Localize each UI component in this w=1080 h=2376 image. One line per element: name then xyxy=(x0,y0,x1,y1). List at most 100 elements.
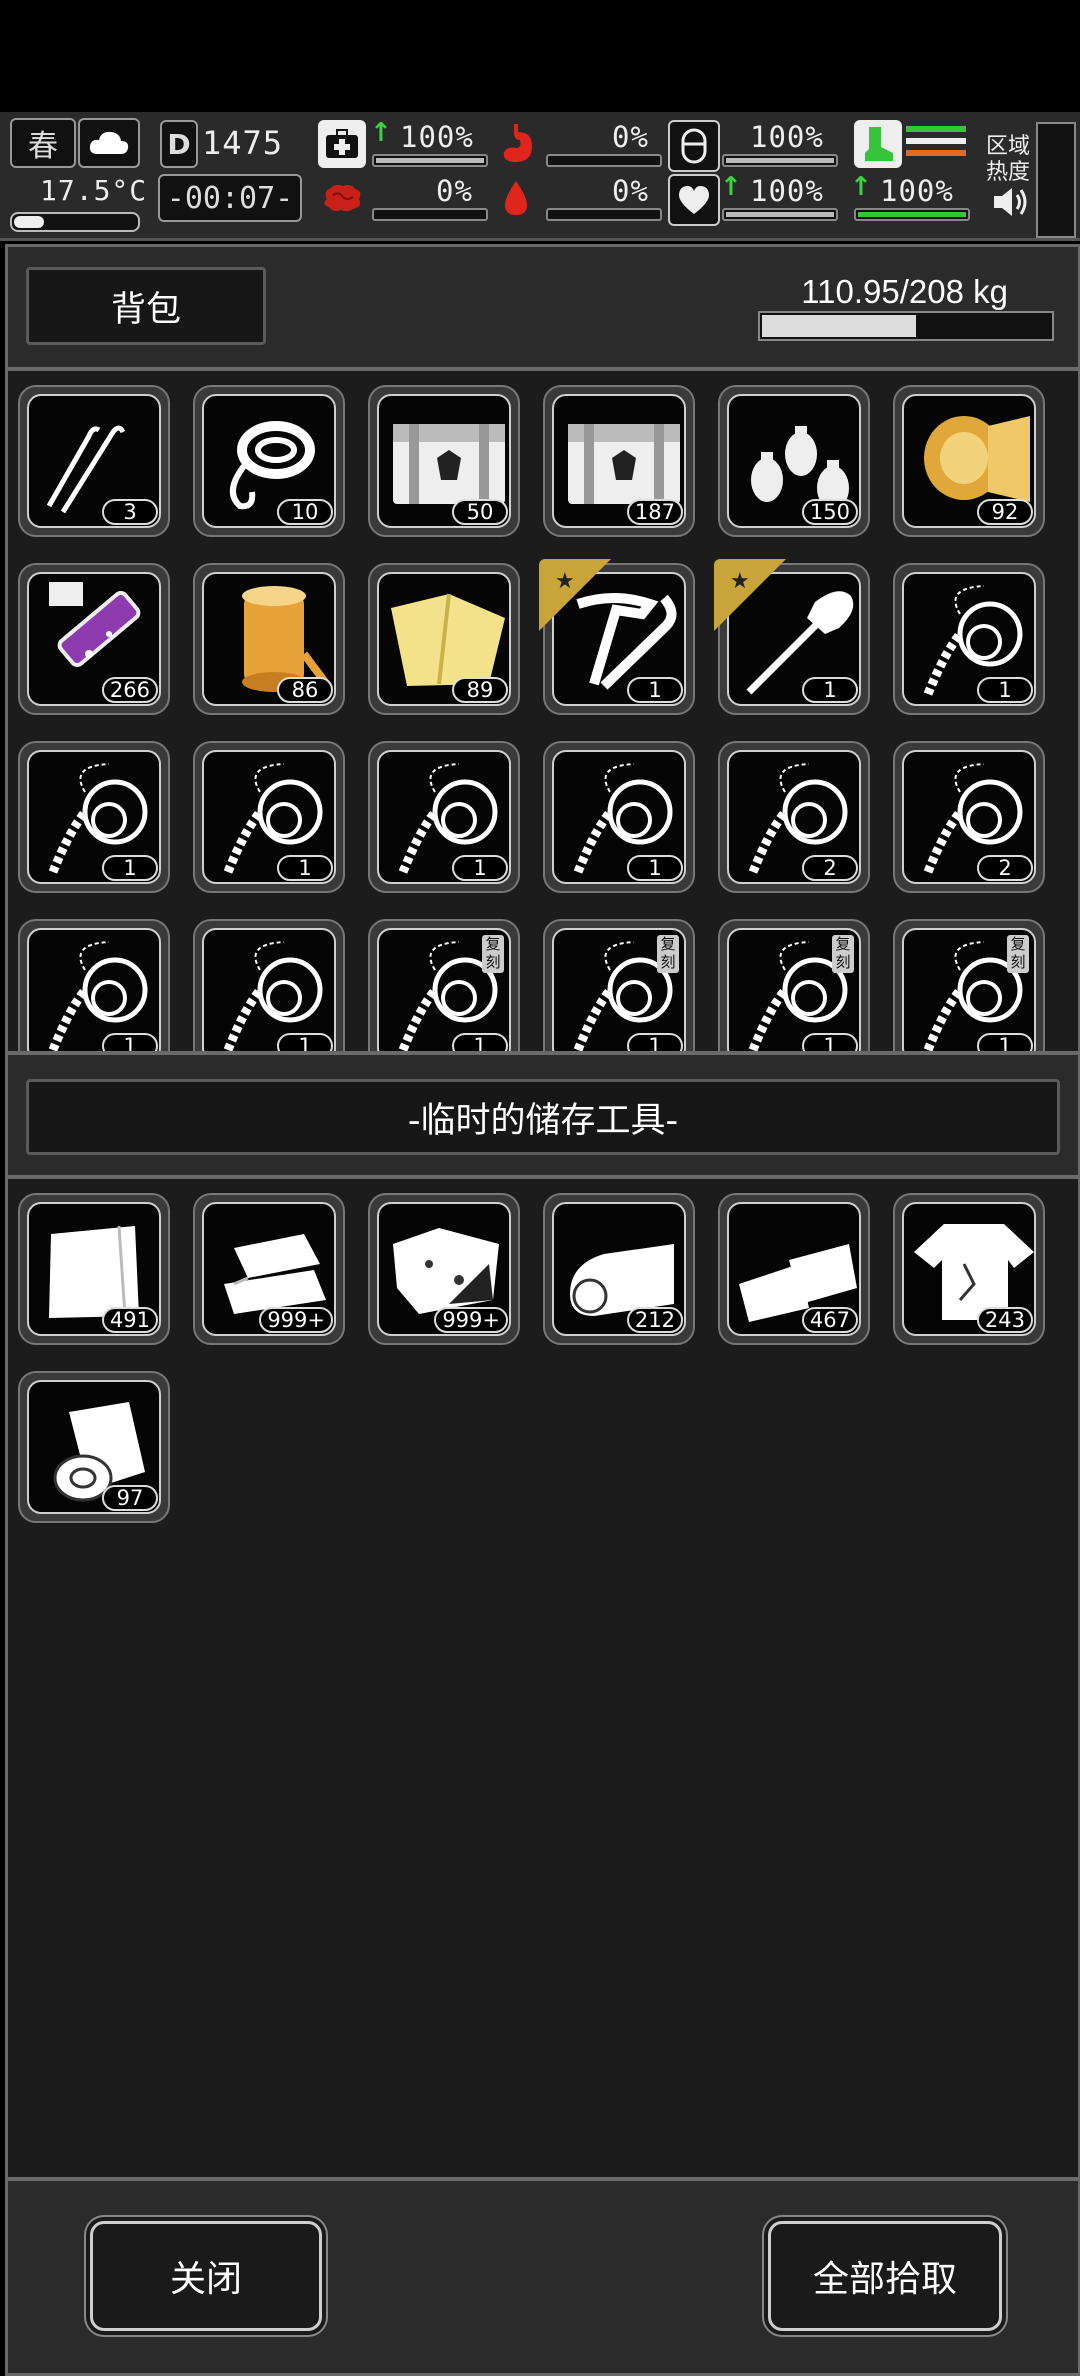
season-indicator: 春 xyxy=(10,118,76,168)
storage-item-slot[interactable]: 97 xyxy=(18,1371,170,1523)
replica-tag: 复刻 xyxy=(1007,935,1029,973)
backpack-item-slot[interactable]: 86 xyxy=(193,563,345,715)
backpack-item-slot[interactable]: 复刻 1 xyxy=(368,919,520,1051)
item-count: 491 xyxy=(101,1307,158,1333)
backpack-header: 背包 110.95/208 kg xyxy=(5,244,1080,370)
backpack-item-slot[interactable]: 92 xyxy=(893,385,1045,537)
storage-item-slot[interactable]: 999+ xyxy=(193,1193,345,1345)
item-count: 212 xyxy=(626,1307,683,1333)
backpack-item-slot[interactable]: 1 xyxy=(543,741,695,893)
item-count: 243 xyxy=(976,1307,1033,1333)
stamina-bar xyxy=(854,208,970,221)
item-count: 999+ xyxy=(434,1307,508,1333)
backpack-item-slot[interactable]: 50 xyxy=(368,385,520,537)
stomach-icon xyxy=(492,120,540,168)
replica-tag: 复刻 xyxy=(482,935,504,973)
footer-bar: 关闭 全部拾取 xyxy=(5,2178,1080,2376)
item-count: 1 xyxy=(277,1033,333,1051)
blood-bar xyxy=(546,208,662,221)
zone-heat-meter xyxy=(1036,122,1076,238)
storage-item-slot[interactable]: 212 xyxy=(543,1193,695,1345)
item-count: 92 xyxy=(977,499,1033,525)
zone-label-bottom: 热度 xyxy=(986,160,1031,185)
backpack-item-slot[interactable]: 复刻 1 xyxy=(893,919,1045,1051)
item-count: 3 xyxy=(102,499,158,525)
heart-icon xyxy=(668,174,720,226)
backpack-item-slot[interactable]: ★ 1 xyxy=(714,559,870,715)
item-count: 1 xyxy=(627,677,683,703)
temperature-readout: 17.5°C xyxy=(40,174,148,207)
backpack-item-slot[interactable]: 150 xyxy=(718,385,870,537)
backpack-item-slot[interactable]: 1 xyxy=(193,919,345,1051)
backpack-grid-panel: 3 10 50 187 150 92 266 86 89 ★ 1 ★ 1 1 1 1 1 1 2 2 1 1 复刻 1 复刻 1 复… xyxy=(5,368,1080,1054)
status-hud: 春 17.5°C D 1475 -00:07- ↑ 100% 0% 100% 0… xyxy=(0,112,1080,241)
speaker-icon[interactable] xyxy=(990,184,1030,220)
rarity-ribbon-icon xyxy=(539,559,611,631)
item-count: 1 xyxy=(452,1033,508,1051)
armor-bar xyxy=(722,154,838,167)
health-bar xyxy=(372,154,488,167)
armor-icon xyxy=(668,120,720,172)
item-count: 1 xyxy=(102,1033,158,1051)
item-count: 97 xyxy=(102,1485,158,1511)
weather-cloud-icon xyxy=(78,118,140,168)
item-count: 1 xyxy=(802,1033,858,1051)
item-count: 10 xyxy=(277,499,333,525)
hunger-bar xyxy=(546,154,662,167)
day-counter: 1475 xyxy=(202,124,284,162)
backpack-item-slot[interactable]: 1 xyxy=(18,919,170,1051)
item-count: 1 xyxy=(102,855,158,881)
item-count: 150 xyxy=(801,499,858,525)
weight-bar xyxy=(758,311,1054,341)
medkit-icon xyxy=(318,120,366,168)
item-count: 2 xyxy=(977,855,1033,881)
close-button[interactable]: 关闭 xyxy=(90,2221,322,2331)
item-count: 1 xyxy=(802,677,858,703)
backpack-item-slot[interactable]: 复刻 1 xyxy=(543,919,695,1051)
backpack-item-slot[interactable]: ★ 1 xyxy=(539,559,695,715)
clock-text: -00:07- xyxy=(166,180,294,216)
storage-item-slot[interactable]: 243 xyxy=(893,1193,1045,1345)
thermometer-icon xyxy=(10,212,140,232)
pickup-all-button[interactable]: 全部拾取 xyxy=(768,2221,1002,2331)
item-count: 86 xyxy=(277,677,333,703)
storage-title-bar: -临时的储存工具- xyxy=(26,1079,1060,1155)
storage-header: -临时的储存工具- xyxy=(5,1052,1080,1178)
item-count: 1 xyxy=(977,1033,1033,1051)
storage-item-slot[interactable]: 467 xyxy=(718,1193,870,1345)
weight-readout: 110.95/208 kg xyxy=(801,273,1008,310)
blood-drop-icon xyxy=(492,174,540,222)
backpack-item-slot[interactable]: 2 xyxy=(893,741,1045,893)
item-count: 1 xyxy=(627,1033,683,1051)
backpack-title-button[interactable]: 背包 xyxy=(26,267,266,345)
hunger-value: 0% xyxy=(612,120,649,154)
replica-tag: 复刻 xyxy=(657,935,679,973)
brain-value: 0% xyxy=(436,174,473,208)
health-value: 100% xyxy=(400,120,474,154)
pickup-all-button-label: 全部拾取 xyxy=(812,2259,957,2300)
backpack-item-slot[interactable]: 89 xyxy=(368,563,520,715)
clock-display: -00:07- xyxy=(158,174,302,222)
health-up-arrow-icon: ↑ xyxy=(370,118,392,148)
replica-tag: 复刻 xyxy=(832,935,854,973)
blood-value: 0% xyxy=(612,174,649,208)
item-count: 467 xyxy=(801,1307,858,1333)
backpack-item-slot[interactable]: 1 xyxy=(193,741,345,893)
backpack-item-slot[interactable]: 187 xyxy=(543,385,695,537)
season-label: 春 xyxy=(28,129,58,164)
item-count: 2 xyxy=(802,855,858,881)
backpack-item-slot[interactable]: 1 xyxy=(368,741,520,893)
backpack-item-slot[interactable]: 2 xyxy=(718,741,870,893)
heart-up-arrow-icon: ↑ xyxy=(720,172,742,202)
backpack-item-slot[interactable]: 复刻 1 xyxy=(718,919,870,1051)
storage-item-slot[interactable]: 491 xyxy=(18,1193,170,1345)
storage-item-slot[interactable]: 999+ xyxy=(368,1193,520,1345)
rarity-ribbon-icon xyxy=(714,559,786,631)
backpack-item-slot[interactable]: 1 xyxy=(893,563,1045,715)
backpack-item-slot[interactable]: 266 xyxy=(18,563,170,715)
backpack-item-slot[interactable]: 1 xyxy=(18,741,170,893)
heart-bar xyxy=(722,208,838,221)
backpack-item-slot[interactable]: 3 xyxy=(18,385,170,537)
backpack-item-slot[interactable]: 10 xyxy=(193,385,345,537)
brain-icon xyxy=(318,174,366,222)
